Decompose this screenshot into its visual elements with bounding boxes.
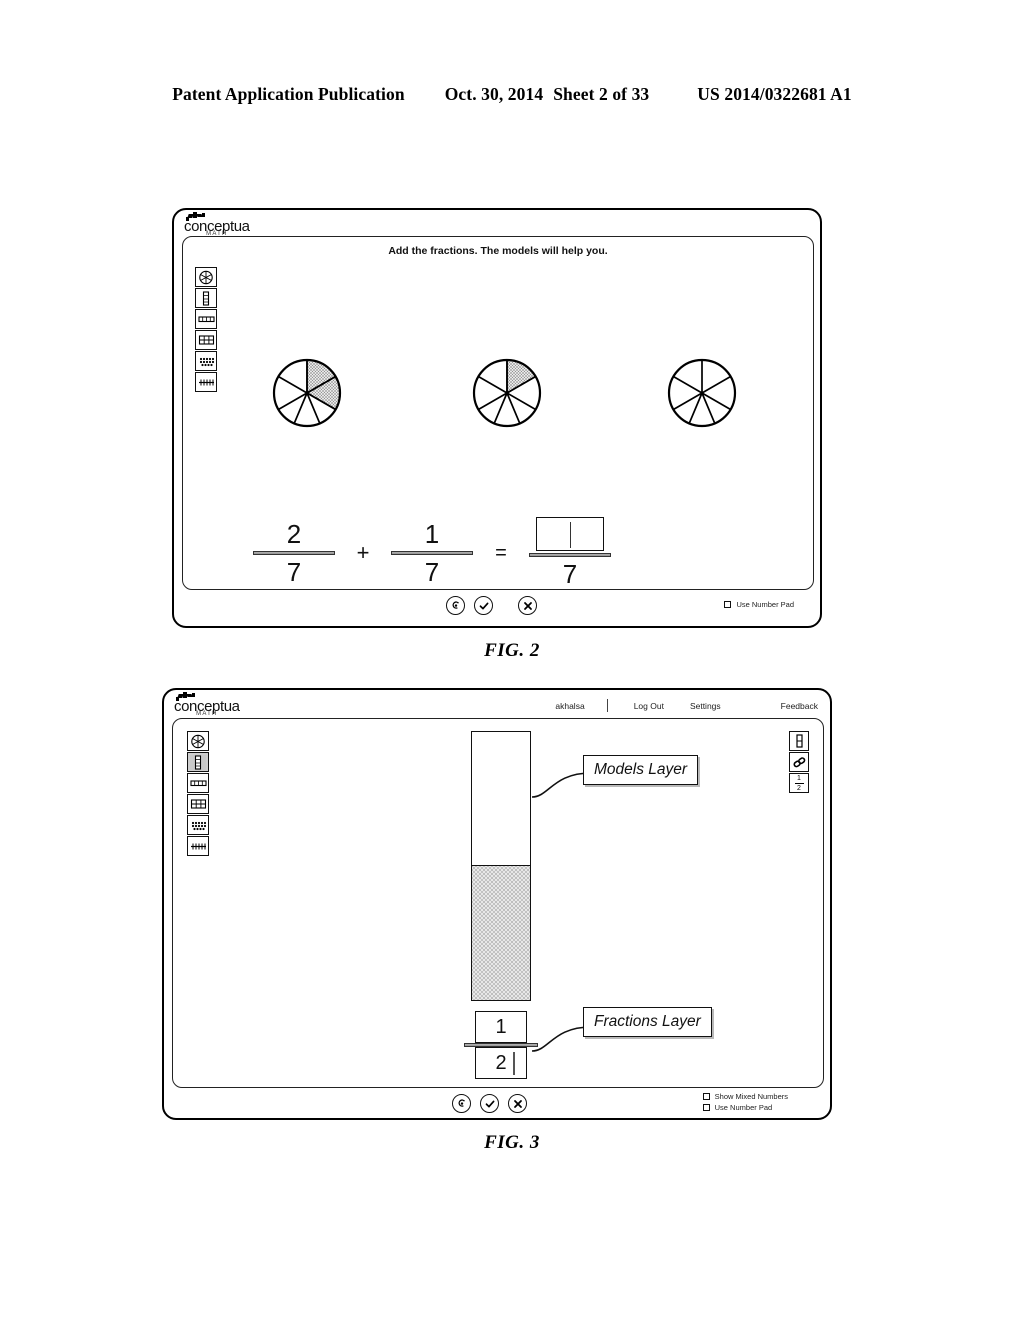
fig2-instruction-text: Add the fractions. The models will help … <box>388 245 608 257</box>
patent-header: Patent Application Publication Oct. 30, … <box>0 84 1024 105</box>
settings-link[interactable]: Settings <box>690 701 721 711</box>
denominator-value: 2 <box>495 1051 507 1074</box>
fraction-bar <box>391 551 473 555</box>
show-mixed-numbers-checkbox[interactable]: Show Mixed Numbers <box>702 1092 788 1101</box>
fraction-bar <box>794 782 804 784</box>
fig2-work-canvas: Add the fractions. The models will help … <box>182 236 814 590</box>
fraction-tool[interactable]: 1 2 <box>789 773 809 793</box>
checkbox-box[interactable] <box>724 601 732 608</box>
fraction-glyph: 1 2 <box>794 774 804 792</box>
checkbox-label: Use Number Pad <box>714 1103 773 1112</box>
fraction-numerator-input[interactable]: 1 <box>475 1011 527 1043</box>
patent-number: US 2014/0322681 A1 <box>697 84 852 104</box>
conceptua-logo: conceptua MATH <box>174 692 240 717</box>
plus-operator: + <box>356 540 370 565</box>
fraction-denominator: 2 <box>797 784 801 792</box>
checkbox-box[interactable] <box>702 1104 710 1111</box>
models-layer-label: Models Layer <box>594 761 688 778</box>
horizontal-bar-model-tool[interactable] <box>187 773 209 793</box>
fig2-title-bar: conceptua MATH <box>174 210 820 238</box>
butterfly-logo-icon <box>186 212 212 221</box>
checkbox-label: Use Number Pad <box>736 600 794 609</box>
models-layer-callout: Models Layer <box>583 755 699 785</box>
numerator-value: 1 <box>495 1015 507 1038</box>
fraction-denominator-input[interactable]: 2 <box>475 1047 527 1079</box>
circle-model-addend-2[interactable] <box>471 357 543 434</box>
horizontal-bar-model-tool[interactable] <box>195 309 217 329</box>
log-out-link[interactable]: Log Out <box>634 701 664 711</box>
numerator: 1 <box>424 519 440 549</box>
denominator: 7 <box>286 557 302 587</box>
fraction-bar <box>529 553 611 557</box>
check-answer-button[interactable] <box>474 596 493 615</box>
grid-model-tool[interactable] <box>187 794 209 814</box>
text-caret <box>570 522 572 548</box>
fraction-numerator: 1 <box>797 774 801 782</box>
fig2-caption: FIG. 2 <box>484 640 540 661</box>
vertical-bar-model[interactable] <box>471 731 531 1001</box>
circle-model-tool[interactable] <box>187 731 209 751</box>
fig3-title-bar: conceptua MATH akhalsa Log Out Settings … <box>164 690 830 718</box>
text-caret <box>513 1052 515 1075</box>
fig3-application-window: conceptua MATH akhalsa Log Out Settings … <box>162 688 832 1120</box>
hint-button[interactable] <box>446 596 465 615</box>
close-button[interactable] <box>508 1094 527 1113</box>
link-tool[interactable] <box>789 752 809 772</box>
sheet-number: Sheet 2 of 33 <box>553 84 650 104</box>
checkbox-box[interactable] <box>702 1093 710 1100</box>
vertical-bar-model-tool[interactable] <box>187 752 209 772</box>
fig2-equation-row: 2 7 + 1 7 = 7 <box>251 517 613 589</box>
fig2-options: Use Number Pad <box>724 600 794 611</box>
circle-model-answer[interactable] <box>666 357 738 434</box>
fig3-options: Show Mixed Numbers Use Number Pad <box>702 1092 788 1114</box>
fractions-layer-callout: Fractions Layer <box>583 1007 712 1037</box>
grid-model-tool[interactable] <box>195 330 217 350</box>
conceptua-logo: conceptua MATH <box>184 212 250 237</box>
check-answer-button[interactable] <box>480 1094 499 1113</box>
fig3-caption: FIG. 3 <box>484 1132 540 1153</box>
numerator: 2 <box>286 519 302 549</box>
fig3-right-panel[interactable]: 1 2 <box>789 731 809 794</box>
vertical-bar-model-tool[interactable] <box>195 288 217 308</box>
feedback-link[interactable]: Feedback <box>781 701 818 711</box>
answer-numerator-input[interactable] <box>536 517 604 551</box>
fraction-input-stack[interactable]: 1 2 <box>464 1011 538 1079</box>
checkbox-label: Show Mixed Numbers <box>714 1092 788 1101</box>
nav-divider <box>606 699 608 712</box>
fig2-tool-palette[interactable] <box>195 267 217 393</box>
circle-model-tool[interactable] <box>195 267 217 287</box>
use-number-pad-checkbox[interactable]: Use Number Pad <box>724 600 794 609</box>
fig3-tool-palette[interactable] <box>187 731 209 857</box>
fig3-header-nav: akhalsa Log Out Settings Feedback <box>529 699 818 712</box>
butterfly-logo-icon <box>176 692 202 701</box>
bar-model-tool[interactable] <box>789 731 809 751</box>
fraction-answer[interactable]: 7 <box>527 517 613 589</box>
fig2-bottom-toolbar <box>446 596 546 615</box>
close-button[interactable] <box>518 596 537 615</box>
username: akhalsa <box>555 700 585 711</box>
fraction-addend-1: 2 7 <box>251 519 337 587</box>
fraction-bar <box>253 551 335 555</box>
fig3-work-canvas: 1 2 Models Layer 1 2 Fractions Layer <box>172 718 824 1088</box>
denominator: 7 <box>562 559 578 589</box>
fraction-addend-2: 1 7 <box>389 519 475 587</box>
circle-model-addend-1[interactable] <box>271 357 343 434</box>
equals-operator: = <box>495 541 507 564</box>
use-number-pad-checkbox[interactable]: Use Number Pad <box>702 1103 788 1112</box>
publication-date: Oct. 30, 2014 <box>444 84 544 104</box>
fractions-layer-label: Fractions Layer <box>594 1013 701 1030</box>
vertical-bar-shaded-region <box>472 865 530 1000</box>
hint-button[interactable] <box>452 1094 471 1113</box>
set-model-tool[interactable] <box>187 815 209 835</box>
set-model-tool[interactable] <box>195 351 217 371</box>
denominator: 7 <box>424 557 440 587</box>
number-line-model-tool[interactable] <box>195 372 217 392</box>
publication-label: Patent Application Publication <box>172 84 405 104</box>
fig2-application-window: conceptua MATH Add the fractions. The mo… <box>172 208 822 628</box>
number-line-model-tool[interactable] <box>187 836 209 856</box>
fig3-bottom-toolbar <box>452 1094 536 1113</box>
